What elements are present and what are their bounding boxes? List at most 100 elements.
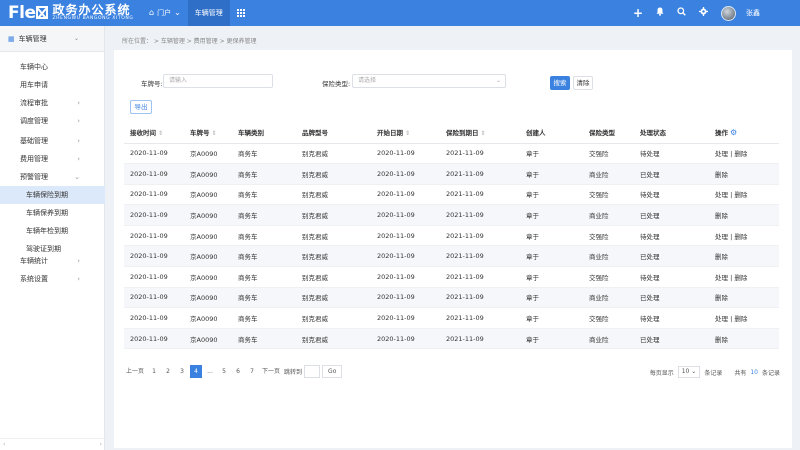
cell-plate: 京A0090 — [190, 307, 238, 329]
cell-brand-model: 别克君威 — [302, 245, 377, 268]
cell-actions[interactable]: 删除 — [715, 204, 779, 226]
page-3[interactable]: 3 — [176, 365, 188, 378]
sidebar-item-approval[interactable]: 流程审批 › — [0, 94, 105, 112]
col-creator: 创建人 — [526, 122, 589, 144]
cell-actions[interactable]: 删除 — [715, 287, 779, 309]
search-icon[interactable] — [677, 7, 686, 19]
sidebar-item-dispatch[interactable]: 调度管理 › — [0, 112, 105, 130]
sidebar-header[interactable]: ▦ 车辆管理 ⌄ — [0, 26, 104, 52]
plate-label: 车牌号: — [141, 80, 163, 88]
cell-start-date: 2020-11-09 — [377, 307, 446, 329]
per-page-select[interactable]: 10 ⌄ — [677, 366, 701, 378]
sidebar-item-statistics[interactable]: 车辆统计 › — [0, 252, 105, 270]
cell-received-time: 2020-11-09 — [124, 266, 190, 288]
go-button[interactable]: Go — [322, 365, 343, 378]
cell-category: 商务车 — [238, 307, 302, 329]
export-button[interactable]: 导出 — [130, 100, 152, 114]
cell-plate: 京A0090 — [190, 225, 238, 247]
cell-creator: 章于 — [526, 266, 589, 288]
cell-plate: 京A0090 — [190, 245, 238, 268]
jump-page-input[interactable] — [304, 365, 321, 378]
cell-insurance-type: 交强险 — [589, 184, 640, 206]
scroll-right-icon[interactable]: › — [100, 441, 102, 448]
sort-icon: ⇕ — [158, 130, 164, 138]
table-row: 2020-11-09 京A0090 商务车 别克君威 2020-11-09 2021-11… — [124, 307, 779, 329]
sidebar-scroll[interactable]: ‹ › — [0, 438, 105, 450]
cell-brand-model: 别克君威 — [302, 163, 377, 185]
page-4-current[interactable]: 4 — [190, 365, 203, 378]
header-actions: + 张鑫 — [633, 0, 760, 26]
page-5[interactable]: 5 — [218, 365, 230, 378]
sidebar-item-maintenance-expiry[interactable]: 车辆保养到期 — [0, 204, 105, 222]
insurance-type-select[interactable]: 请选择 ⌄ — [352, 74, 506, 88]
cell-status: 待处理 — [640, 143, 715, 165]
cell-actions[interactable]: 删除 — [715, 163, 779, 185]
clear-button[interactable]: 清除 — [573, 76, 593, 90]
cell-actions[interactable]: 删除 — [715, 245, 779, 268]
username[interactable]: 张鑫 — [746, 8, 760, 18]
plate-input[interactable]: 请输入 — [163, 74, 273, 88]
col-received-time[interactable]: 接收时间 ⇕ — [124, 122, 190, 144]
page-1[interactable]: 1 — [148, 365, 160, 378]
add-icon[interactable]: + — [633, 6, 643, 20]
cell-expiry-date: 2021-11-09 — [446, 307, 526, 329]
next-page-button[interactable]: 下一页 — [260, 365, 282, 378]
nav-vehicle-management[interactable]: 车辆管理 — [187, 0, 230, 26]
sidebar-item-vehicle-request[interactable]: 用车申请 — [0, 76, 105, 94]
sidebar-item-system-settings[interactable]: 系统设置 › — [0, 270, 105, 288]
insurance-table: 接收时间 ⇕ 车牌号 ⇕ 车辆类别 品牌型号 开始日期 ⇕ 保险到期日 ⇕ 创建人 保险… — [124, 122, 779, 350]
settings-icon[interactable] — [699, 7, 708, 19]
col-start-date[interactable]: 开始日期 ⇕ — [377, 122, 446, 144]
apps-grid-icon[interactable] — [230, 0, 252, 26]
cell-expiry-date: 2021-11-09 — [446, 163, 526, 185]
sidebar-item-expense[interactable]: 费用管理 › — [0, 150, 105, 168]
sidebar-item-warning[interactable]: 预警管理 ⌄ — [0, 168, 105, 186]
page-ellipsis: ... — [207, 368, 213, 375]
cell-creator: 章于 — [526, 143, 589, 165]
cell-actions[interactable]: 处理 | 删除 — [715, 184, 779, 206]
search-button[interactable]: 搜索 — [550, 76, 570, 90]
total-suffix: 条记录 — [761, 369, 780, 377]
cell-status: 已处理 — [640, 245, 715, 268]
cell-start-date: 2020-11-09 — [377, 266, 446, 288]
cell-status: 待处理 — [640, 184, 715, 206]
sidebar-item-basic[interactable]: 基础管理 › — [0, 132, 105, 150]
bell-icon[interactable] — [656, 7, 664, 19]
logo[interactable]: Fle 政务办公系统 ZHENGWU BANGONG XITONG — [8, 2, 133, 24]
cell-actions[interactable]: 处理 | 删除 — [715, 266, 779, 288]
avatar[interactable] — [721, 5, 736, 21]
cell-insurance-type: 商业险 — [589, 287, 640, 309]
sidebar: ▦ 车辆管理 ⌄ 车辆中心 用车申请 流程审批 › 调度管理 › 基础管理 › 费用管… — [0, 26, 105, 450]
table-row: 2020-11-09 京A0090 商务车 别克君威 2020-11-09 2021-11… — [124, 287, 779, 309]
chevron-right-icon: › — [77, 137, 80, 145]
cell-expiry-date: 2021-11-09 — [446, 245, 526, 268]
sidebar-item-inspection-expiry[interactable]: 车辆年检到期 — [0, 222, 105, 240]
page-2[interactable]: 2 — [162, 365, 174, 378]
chevron-down-icon: ⌄ — [174, 8, 181, 17]
chevron-right-icon: › — [77, 275, 80, 283]
nav-portal[interactable]: ⌂ 门户 ⌄ — [142, 0, 188, 26]
cell-actions[interactable]: 处理 | 删除 — [715, 307, 779, 329]
cell-start-date: 2020-11-09 — [377, 204, 446, 226]
cell-actions[interactable]: 处理 | 删除 — [715, 225, 779, 247]
chevron-right-icon: › — [77, 155, 80, 163]
cell-actions[interactable]: 处理 | 删除 — [715, 143, 779, 165]
cell-plate: 京A0090 — [190, 328, 238, 350]
cell-actions[interactable]: 删除 — [715, 328, 779, 350]
cell-received-time: 2020-11-09 — [124, 287, 190, 309]
page-6[interactable]: 6 — [232, 365, 244, 378]
sort-icon: ⇕ — [480, 130, 486, 138]
col-actions: 操作 ⚙ — [715, 122, 779, 144]
cell-start-date: 2020-11-09 — [377, 143, 446, 165]
col-plate[interactable]: 车牌号 ⇕ — [190, 122, 238, 144]
column-settings-icon[interactable]: ⚙ — [730, 128, 737, 137]
prev-page-button[interactable]: 上一页 — [124, 365, 146, 378]
cell-expiry-date: 2021-11-09 — [446, 184, 526, 206]
sidebar-item-insurance-expiry[interactable]: 车辆保险到期 — [0, 186, 105, 204]
sidebar-item-vehicle-center[interactable]: 车辆中心 — [0, 58, 105, 76]
cell-received-time: 2020-11-09 — [124, 143, 190, 165]
page-7[interactable]: 7 — [246, 365, 258, 378]
col-expiry-date[interactable]: 保险到期日 ⇕ — [446, 122, 526, 144]
scroll-left-icon[interactable]: ‹ — [3, 441, 5, 448]
cell-expiry-date: 2021-11-09 — [446, 266, 526, 288]
